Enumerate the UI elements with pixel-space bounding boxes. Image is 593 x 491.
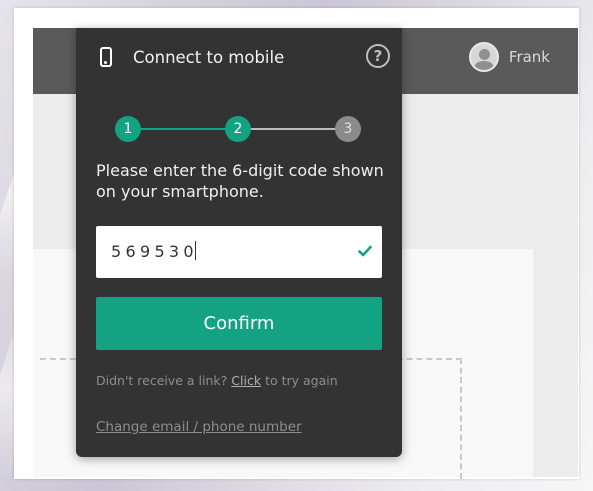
confirm-button[interactable]: Confirm [96, 297, 382, 350]
user-menu[interactable]: Frank [468, 42, 550, 72]
popup-title: Connect to mobile [133, 47, 285, 67]
text-cursor [194, 241, 196, 260]
popup-header: Connect to mobile ? [100, 42, 390, 72]
change-email-phone-link[interactable]: Change email / phone number [96, 419, 302, 435]
phone-icon [100, 47, 112, 67]
resend-line: Didn't receive a link? Click to try agai… [96, 373, 338, 388]
code-value: 569530 [111, 241, 198, 261]
step-connector-pending [238, 128, 348, 130]
step-3: 3 [335, 116, 361, 142]
help-icon[interactable]: ? [366, 44, 390, 68]
step-2: 2 [225, 116, 251, 142]
progress-stepper: 1 2 3 [115, 116, 361, 142]
step-1: 1 [115, 116, 141, 142]
verification-code-input[interactable]: 569530 [96, 226, 382, 278]
resend-suffix: to try again [265, 373, 338, 388]
avatar-icon [468, 42, 499, 72]
check-icon [358, 245, 372, 257]
step-connector-complete [128, 128, 238, 130]
connect-mobile-popup: Connect to mobile ? 1 2 3 Please enter t… [76, 28, 402, 457]
resend-link[interactable]: Click [231, 373, 261, 388]
resend-prefix: Didn't receive a link? [96, 373, 228, 388]
instructions-text: Please enter the 6-digit code shown on y… [96, 161, 384, 201]
user-name: Frank [508, 48, 550, 66]
